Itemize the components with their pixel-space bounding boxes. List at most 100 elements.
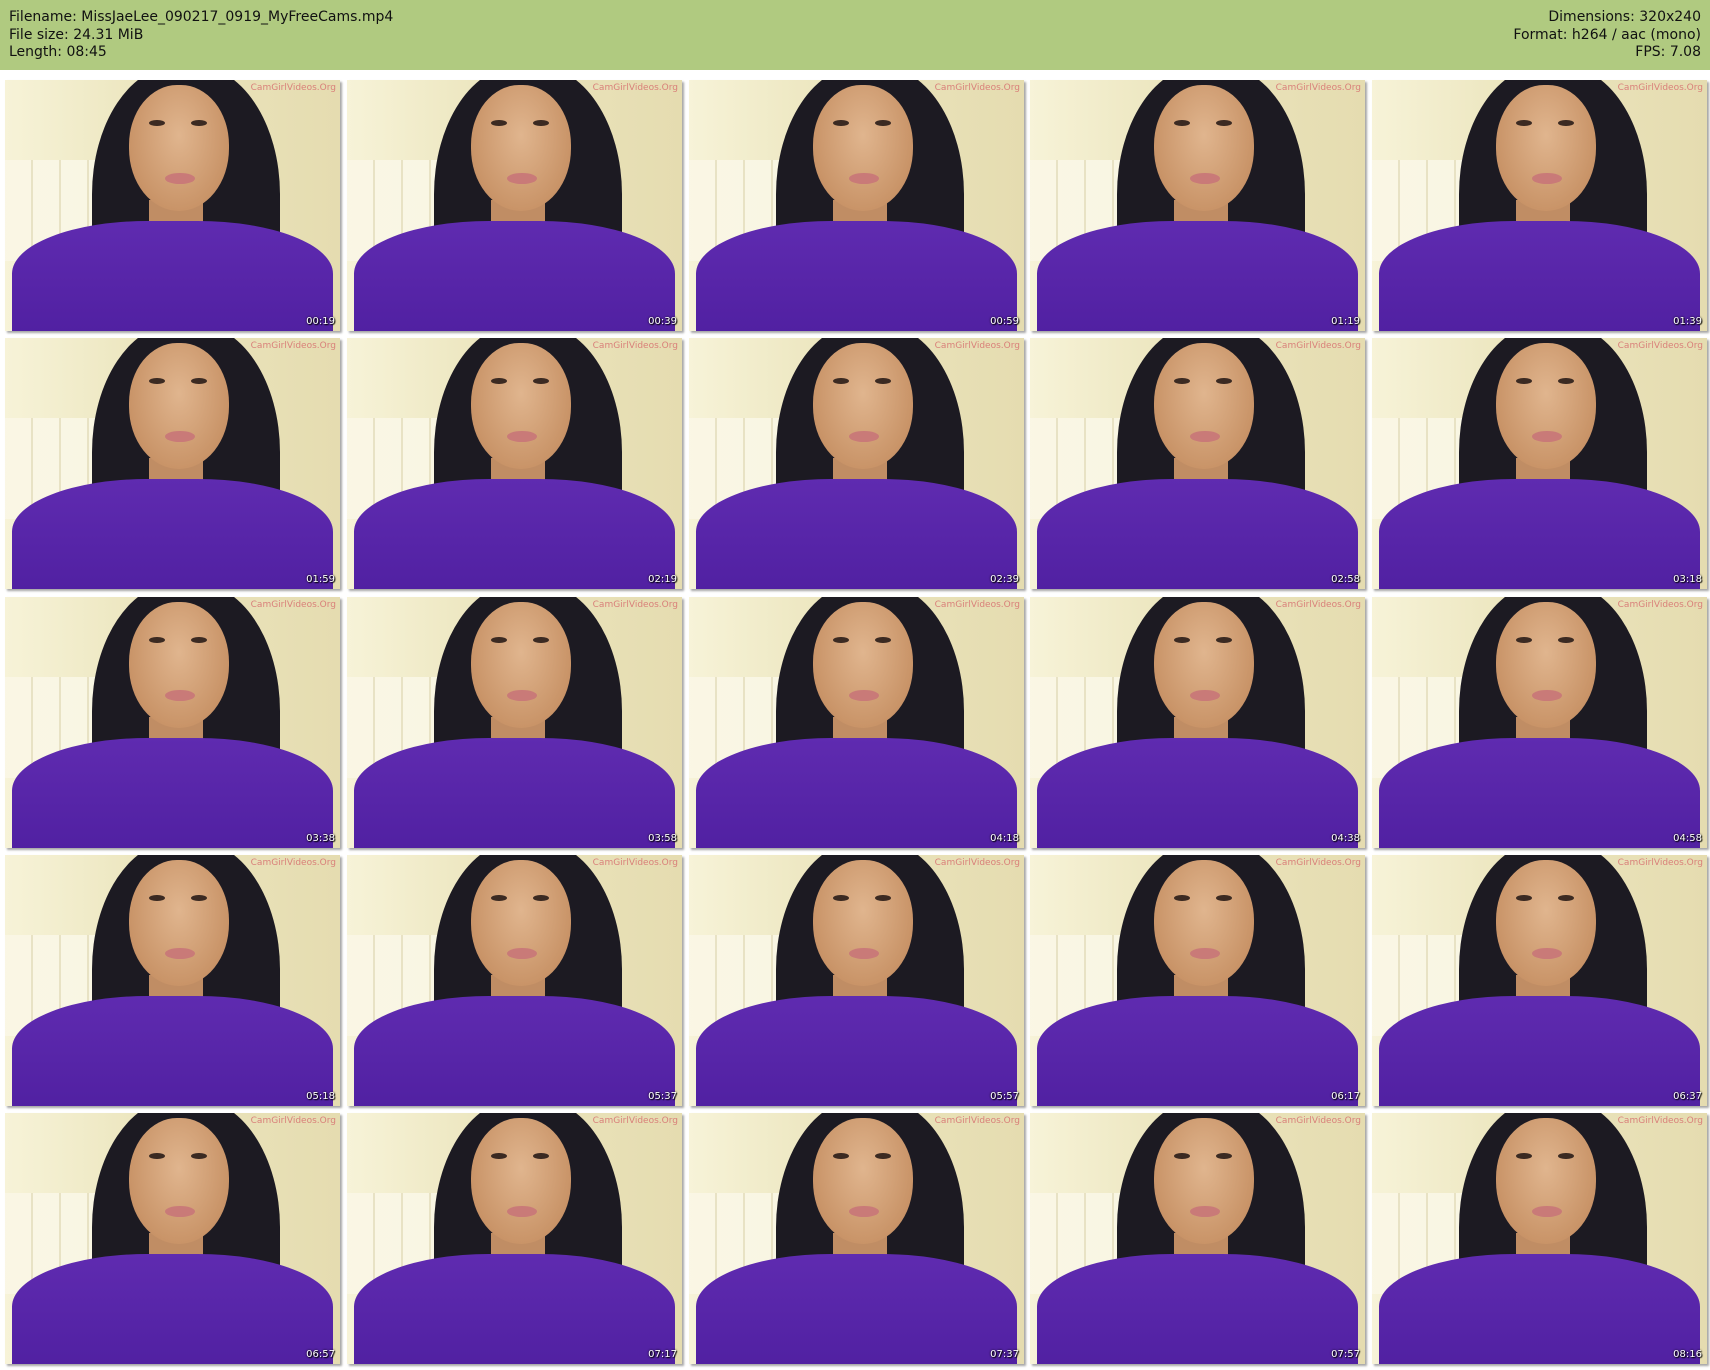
watermark-text: CamGirlVideos.Org — [592, 858, 678, 868]
purple-shirt — [353, 737, 676, 848]
face — [812, 1118, 914, 1244]
eye — [833, 637, 850, 644]
video-thumbnail: CamGirlVideos.Org 06:37 — [1372, 855, 1707, 1106]
face — [1495, 860, 1597, 986]
eye — [491, 1153, 508, 1160]
face — [128, 343, 230, 469]
lips — [849, 172, 880, 185]
timestamp-label: 06:37 — [1673, 1091, 1702, 1102]
watermark-text: CamGirlVideos.Org — [250, 83, 336, 93]
eye — [1558, 378, 1575, 385]
eye — [875, 637, 892, 644]
lips — [849, 689, 880, 702]
eye — [833, 1153, 850, 1160]
watermark-text: CamGirlVideos.Org — [934, 83, 1020, 93]
timestamp-label: 03:18 — [1673, 574, 1702, 585]
eye — [491, 378, 508, 385]
watermark-text: CamGirlVideos.Org — [1275, 83, 1361, 93]
purple-shirt — [695, 220, 1018, 331]
eye — [1216, 1153, 1233, 1160]
watermark-text: CamGirlVideos.Org — [1617, 1116, 1703, 1126]
face — [1153, 85, 1255, 211]
eye — [1516, 378, 1533, 385]
timestamp-label: 00:59 — [990, 316, 1019, 327]
face — [470, 860, 572, 986]
lips — [507, 430, 538, 443]
face — [128, 1118, 230, 1244]
lips — [1190, 1205, 1221, 1218]
lips — [507, 1205, 538, 1218]
video-thumbnail: CamGirlVideos.Org 02:39 — [689, 338, 1024, 589]
face — [812, 85, 914, 211]
eye — [491, 895, 508, 902]
timestamp-label: 06:17 — [1331, 1091, 1360, 1102]
purple-shirt — [1378, 737, 1701, 848]
face — [128, 85, 230, 211]
lips — [1190, 689, 1221, 702]
watermark-text: CamGirlVideos.Org — [934, 1116, 1020, 1126]
eye — [1174, 895, 1191, 902]
video-thumbnail: CamGirlVideos.Org 00:19 — [5, 80, 340, 331]
lips — [1532, 689, 1563, 702]
purple-shirt — [1036, 478, 1359, 589]
timestamp-label: 04:18 — [990, 833, 1019, 844]
eye — [191, 378, 208, 385]
timestamp-label: 03:38 — [306, 833, 335, 844]
video-thumbnail: CamGirlVideos.Org 02:58 — [1030, 338, 1365, 589]
face — [128, 602, 230, 728]
watermark-text: CamGirlVideos.Org — [592, 600, 678, 610]
eye — [491, 637, 508, 644]
purple-shirt — [353, 478, 676, 589]
eye — [833, 895, 850, 902]
video-thumbnail: CamGirlVideos.Org 07:57 — [1030, 1113, 1365, 1364]
video-thumbnail: CamGirlVideos.Org 01:39 — [1372, 80, 1707, 331]
watermark-text: CamGirlVideos.Org — [592, 1116, 678, 1126]
timestamp-label: 00:19 — [306, 316, 335, 327]
video-thumbnail: CamGirlVideos.Org 00:59 — [689, 80, 1024, 331]
eye — [1216, 378, 1233, 385]
video-thumbnail: CamGirlVideos.Org 08:16 — [1372, 1113, 1707, 1364]
eye — [149, 637, 166, 644]
face — [1495, 602, 1597, 728]
eye — [833, 378, 850, 385]
video-thumbnail: CamGirlVideos.Org 01:59 — [5, 338, 340, 589]
timestamp-label: 00:39 — [648, 316, 677, 327]
watermark-text: CamGirlVideos.Org — [1617, 600, 1703, 610]
lips — [849, 1205, 880, 1218]
purple-shirt — [1378, 1253, 1701, 1364]
face — [812, 860, 914, 986]
timestamp-label: 06:57 — [306, 1349, 335, 1360]
watermark-text: CamGirlVideos.Org — [592, 83, 678, 93]
timestamp-label: 05:18 — [306, 1091, 335, 1102]
timestamp-label: 02:39 — [990, 574, 1019, 585]
video-thumbnail: CamGirlVideos.Org 06:57 — [5, 1113, 340, 1364]
watermark-text: CamGirlVideos.Org — [250, 600, 336, 610]
eye — [1216, 895, 1233, 902]
watermark-text: CamGirlVideos.Org — [934, 858, 1020, 868]
timestamp-label: 07:57 — [1331, 1349, 1360, 1360]
watermark-text: CamGirlVideos.Org — [1617, 858, 1703, 868]
purple-shirt — [11, 478, 334, 589]
purple-shirt — [1036, 220, 1359, 331]
timestamp-label: 07:17 — [648, 1349, 677, 1360]
purple-shirt — [695, 1253, 1018, 1364]
timestamp-label: 02:19 — [648, 574, 677, 585]
video-thumbnail: CamGirlVideos.Org 02:19 — [347, 338, 682, 589]
video-thumbnail: CamGirlVideos.Org 03:18 — [1372, 338, 1707, 589]
face — [128, 860, 230, 986]
video-thumbnail: CamGirlVideos.Org 05:57 — [689, 855, 1024, 1106]
timestamp-label: 02:58 — [1331, 574, 1360, 585]
watermark-text: CamGirlVideos.Org — [250, 1116, 336, 1126]
lips — [1190, 430, 1221, 443]
eye — [191, 895, 208, 902]
eye — [533, 637, 550, 644]
face — [470, 343, 572, 469]
eye — [533, 120, 550, 127]
video-thumbnail: CamGirlVideos.Org 04:58 — [1372, 597, 1707, 848]
eye — [149, 120, 166, 127]
video-thumbnail: CamGirlVideos.Org 04:18 — [689, 597, 1024, 848]
video-thumbnail: CamGirlVideos.Org 05:18 — [5, 855, 340, 1106]
purple-shirt — [1036, 737, 1359, 848]
eye — [1558, 1153, 1575, 1160]
eye — [1174, 120, 1191, 127]
